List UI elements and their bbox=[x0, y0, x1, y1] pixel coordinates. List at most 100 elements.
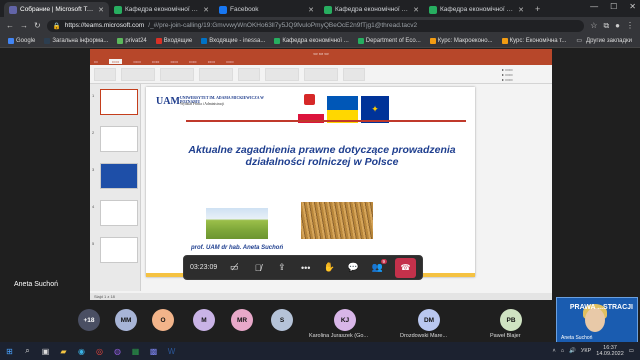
ribbon-group[interactable] bbox=[304, 67, 338, 81]
language-indicator[interactable]: УКР bbox=[581, 348, 591, 354]
notifications-icon[interactable]: ▭ bbox=[629, 348, 634, 354]
clock-date: 14.09.2022 bbox=[596, 351, 624, 357]
site-icon bbox=[117, 37, 124, 44]
forward-icon[interactable]: → bbox=[20, 21, 28, 30]
avatar[interactable]: M bbox=[193, 309, 215, 331]
chrome-icon[interactable]: ◎ bbox=[93, 345, 106, 358]
back-icon[interactable]: ← bbox=[6, 21, 14, 30]
participants-button[interactable]: 👥 9 bbox=[365, 258, 389, 278]
ppt-tab-active[interactable]: ▭▭ bbox=[108, 59, 123, 64]
minimize-icon[interactable]: — bbox=[590, 2, 598, 11]
bookmark-item[interactable]: Курс: Макроеконо... bbox=[429, 37, 493, 44]
ribbon-group[interactable] bbox=[238, 67, 260, 81]
edge-icon[interactable]: ◉ bbox=[75, 345, 88, 358]
tab-kafedra-3[interactable]: Кафедра економічної теорії ✕ bbox=[424, 2, 529, 17]
tab-teams[interactable]: Собрание | Microsoft Teams ✕ bbox=[4, 2, 109, 17]
chevron-up-icon[interactable]: ˄ bbox=[552, 348, 555, 354]
facebook-icon bbox=[219, 5, 227, 14]
leave-button[interactable]: ☎ bbox=[395, 257, 417, 278]
search-icon[interactable]: ⌕ bbox=[21, 345, 34, 358]
menu-icon[interactable]: ⋮ bbox=[626, 21, 634, 30]
avatar[interactable]: S bbox=[271, 309, 293, 331]
mic-off-button[interactable]: 🎙̸ bbox=[246, 258, 270, 278]
window-controls: — ☐ ✕ bbox=[590, 2, 636, 11]
tab-kafedra-2[interactable]: Кафедра економічної теорії ✕ bbox=[319, 2, 424, 17]
ribbon-group[interactable] bbox=[199, 67, 233, 81]
close-icon[interactable]: ✕ bbox=[203, 6, 209, 14]
ppt-tab[interactable]: ▭▭ bbox=[133, 59, 141, 64]
ppt-tab[interactable]: ▭▭ bbox=[226, 59, 234, 64]
avatar[interactable]: PB bbox=[500, 309, 522, 331]
bookmark-item[interactable]: Входящие bbox=[155, 37, 192, 44]
url-field[interactable]: 🔒 https://teams.microsoft.com/_#/pre-joi… bbox=[46, 19, 585, 32]
slide-thumbnail[interactable] bbox=[100, 237, 138, 263]
new-tab-button[interactable]: + bbox=[529, 2, 546, 17]
more-button[interactable]: ••• bbox=[294, 258, 318, 278]
bookmark-item[interactable]: Department of Eco... bbox=[357, 37, 421, 44]
slide-thumbnail[interactable] bbox=[100, 126, 138, 152]
ppt-tab[interactable]: ▭▭ bbox=[208, 59, 216, 64]
reload-icon[interactable]: ↻ bbox=[34, 21, 41, 30]
ribbon-group[interactable] bbox=[121, 67, 155, 81]
address-bar-row: ← → ↻ 🔒 https://teams.microsoft.com/_#/p… bbox=[0, 17, 640, 34]
volume-icon[interactable]: 🔊 bbox=[569, 348, 576, 354]
site-icon bbox=[429, 5, 437, 14]
bookmark-item[interactable]: Загальна інформа... bbox=[44, 37, 108, 44]
avatar[interactable]: MR bbox=[231, 309, 253, 331]
chat-button[interactable]: 💬 bbox=[341, 258, 365, 278]
ribbon-editing[interactable]: ▸ ▭▭ ▸ ▭▭ ▸ ▭▭ bbox=[502, 67, 548, 82]
avatar[interactable]: KJ bbox=[334, 309, 356, 331]
ribbon-group[interactable] bbox=[94, 67, 116, 81]
camera-off-button[interactable]: ▭̸ bbox=[222, 258, 246, 278]
star-icon[interactable]: ☆ bbox=[590, 21, 597, 30]
tab-facebook[interactable]: Facebook ✕ bbox=[214, 2, 319, 17]
slide-thumbnail[interactable] bbox=[100, 200, 138, 226]
self-view-video[interactable]: PRAWA ...STRACJI Aneta Suchoń bbox=[556, 297, 638, 344]
close-window-icon[interactable]: ✕ bbox=[629, 2, 636, 11]
network-icon[interactable]: ⌂ bbox=[561, 348, 564, 354]
slide-thumbnails: 1 2 3 4 5 bbox=[90, 84, 141, 291]
avatar[interactable]: DM bbox=[418, 309, 440, 331]
teams-icon bbox=[9, 5, 17, 14]
bookmark-item[interactable]: Курс: Економічна т... bbox=[501, 37, 566, 44]
close-icon[interactable]: ✕ bbox=[518, 6, 524, 14]
thumb-number: 5 bbox=[92, 241, 95, 246]
bookmark-item[interactable]: Входящие - inessa... bbox=[201, 37, 265, 44]
slide-thumbnail[interactable] bbox=[100, 163, 138, 189]
close-icon[interactable]: ✕ bbox=[308, 6, 314, 14]
ppt-tab[interactable]: ▭▭ bbox=[170, 59, 178, 64]
raise-hand-button[interactable]: ✋ bbox=[318, 258, 342, 278]
close-icon[interactable]: ✕ bbox=[413, 6, 419, 14]
clock[interactable]: 16:37 14.09.2022 bbox=[596, 345, 624, 357]
ppt-tab[interactable]: ▭▭ bbox=[189, 59, 197, 64]
tab-kafedra-1[interactable]: Кафедра економічної теорії ✕ bbox=[109, 2, 214, 17]
viber-icon[interactable]: ◍ bbox=[111, 345, 124, 358]
chat-icon: 💬 bbox=[347, 262, 359, 272]
other-bookmarks[interactable]: ▭ Другие закладки bbox=[576, 37, 632, 45]
teams-taskbar-icon[interactable]: ▩ bbox=[147, 345, 160, 358]
slide-thumbnail[interactable] bbox=[100, 89, 138, 115]
word-icon[interactable]: W bbox=[165, 345, 178, 358]
maximize-icon[interactable]: ☐ bbox=[610, 2, 617, 11]
site-icon bbox=[274, 37, 281, 44]
share-button[interactable]: ⇪ bbox=[270, 258, 294, 278]
profile-icon[interactable]: ● bbox=[615, 21, 620, 30]
bookmark-item[interactable]: Кафедра економічної ... bbox=[274, 37, 349, 44]
overflow-participants[interactable]: +18 bbox=[78, 309, 100, 331]
ribbon-group[interactable] bbox=[160, 67, 194, 81]
windows-start-icon[interactable]: ⊞ bbox=[3, 345, 16, 358]
windows-taskbar: ⊞ ⌕ ▣ ▰ ◉ ◎ ◍ ▦ ▩ W ˄ ⌂ 🔊 УКР 16:37 14.0… bbox=[0, 342, 640, 360]
extensions-icon[interactable]: ⧉ bbox=[603, 21, 609, 31]
bookmark-item[interactable]: privat24 bbox=[117, 37, 147, 44]
app-icon[interactable]: ▦ bbox=[129, 345, 142, 358]
close-icon[interactable]: ✕ bbox=[98, 6, 104, 14]
file-explorer-icon[interactable]: ▰ bbox=[57, 345, 70, 358]
ppt-tab[interactable]: ▭ bbox=[94, 59, 98, 64]
ribbon-group[interactable] bbox=[343, 67, 365, 81]
avatar[interactable]: O bbox=[152, 309, 174, 331]
task-view-icon[interactable]: ▣ bbox=[39, 345, 52, 358]
avatar[interactable]: MM bbox=[115, 309, 137, 331]
ribbon-group[interactable] bbox=[265, 67, 299, 81]
bookmark-item[interactable]: Google bbox=[8, 37, 35, 44]
ppt-tab[interactable]: ▭▭ bbox=[152, 59, 160, 64]
